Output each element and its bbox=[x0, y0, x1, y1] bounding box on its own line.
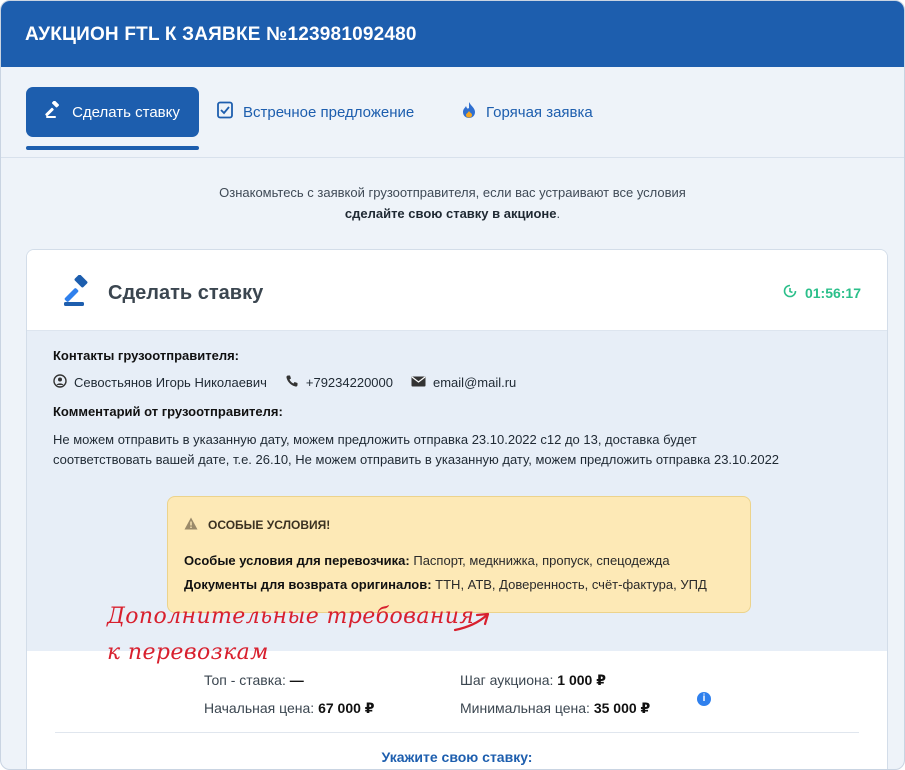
active-tab-indicator bbox=[26, 146, 199, 150]
intro-end: . bbox=[556, 206, 561, 221]
min-price: Минимальная цена: 35 000 ₽ bbox=[460, 700, 650, 717]
carrier-conditions-label: Особые условия для перевозчика: bbox=[184, 553, 410, 568]
comment-line-2: соответствовать вашей дате, т.е. 26.10, … bbox=[53, 452, 780, 467]
start-price: Начальная цена: 67 000 ₽ bbox=[204, 700, 375, 717]
return-documents: Документы для возврата оригиналов: ТТН, … bbox=[184, 577, 707, 592]
min-price-label: Минимальная цена: bbox=[460, 700, 590, 716]
tab-hot-request[interactable]: Горячая заявка bbox=[461, 87, 593, 137]
special-conditions-heading: ОСОБЫЕ УСЛОВИЯ! bbox=[208, 518, 331, 532]
auction-window: АУКЦИОН FTL К ЗАЯВКЕ №123981092480 Сдела… bbox=[0, 0, 905, 770]
counter-offer-icon bbox=[216, 101, 234, 123]
intro-line-1: Ознакомьтесь с заявкой грузоотправителя,… bbox=[219, 185, 686, 200]
special-conditions-box: ОСОБЫЕ УСЛОВИЯ! Особые условия для перев… bbox=[167, 496, 751, 613]
tab-label: Сделать ставку bbox=[72, 103, 180, 121]
info-icon[interactable]: i bbox=[697, 692, 711, 706]
top-bid-value: — bbox=[289, 672, 304, 688]
tab-label: Горячая заявка bbox=[486, 103, 593, 121]
bid-card: Сделать ставку 01:56:17 Контакты грузоот… bbox=[26, 249, 888, 769]
top-bid: Топ - ставка: — bbox=[204, 672, 304, 688]
carrier-conditions-value: Паспорт, медкнижка, пропуск, спецодежда bbox=[413, 553, 670, 568]
auction-step-label: Шаг аукциона: bbox=[460, 672, 554, 688]
auction-step: Шаг аукциона: 1 000 ₽ bbox=[460, 672, 606, 689]
contact-name: Севостьянов Игорь Николаевич bbox=[74, 375, 267, 390]
carrier-conditions: Особые условия для перевозчика: Паспорт,… bbox=[184, 553, 670, 568]
return-documents-value: ТТН, АТВ, Доверенность, счёт-фактура, УП… bbox=[435, 577, 707, 592]
card-title: Сделать ставку bbox=[108, 282, 264, 304]
bid-prompt: Укажите свою ставку: bbox=[381, 749, 533, 765]
contact-email[interactable]: email@mail.ru bbox=[411, 375, 516, 390]
card-header: Сделать ставку 01:56:17 bbox=[27, 250, 887, 331]
user-icon bbox=[53, 374, 67, 391]
intro-line-2: сделайте свою ставку в акционе. bbox=[1, 203, 904, 224]
top-bid-label: Топ - ставка: bbox=[204, 672, 286, 688]
page-title: АУКЦИОН FTL К ЗАЯВКЕ №123981092480 bbox=[25, 24, 417, 45]
tab-bar: Сделать ставку Встречное предложение Гор… bbox=[1, 67, 904, 158]
contacts-label: Контакты грузоотправителя: bbox=[53, 348, 239, 363]
clock-icon bbox=[783, 284, 797, 301]
handwritten-arrow-icon bbox=[453, 610, 493, 639]
contacts-row: Севостьянов Игорь Николаевич +7923422000… bbox=[53, 374, 534, 391]
start-price-value: 67 000 ₽ bbox=[318, 700, 375, 716]
page-header: АУКЦИОН FTL К ЗАЯВКЕ №123981092480 bbox=[1, 1, 904, 67]
tab-counter-offer[interactable]: Встречное предложение bbox=[216, 87, 414, 137]
handwritten-note-line-2: к перевозкам bbox=[107, 640, 269, 665]
auction-step-value: 1 000 ₽ bbox=[557, 672, 606, 688]
mail-icon bbox=[411, 375, 426, 390]
phone-icon bbox=[285, 374, 299, 391]
fire-icon bbox=[461, 101, 477, 123]
divider bbox=[55, 732, 859, 733]
countdown-timer: 01:56:17 bbox=[783, 284, 861, 301]
warning-icon bbox=[184, 517, 198, 533]
phone-number: +79234220000 bbox=[305, 375, 393, 390]
special-conditions-title: ОСОБЫЕ УСЛОВИЯ! bbox=[184, 517, 330, 533]
comment-line-1: Не можем отправить в указанную дату, мож… bbox=[53, 432, 697, 447]
min-price-value: 35 000 ₽ bbox=[593, 700, 651, 716]
tab-make-bid[interactable]: Сделать ставку bbox=[26, 87, 199, 137]
intro-text: Ознакомьтесь с заявкой грузоотправителя,… bbox=[1, 182, 904, 224]
return-documents-label: Документы для возврата оригиналов: bbox=[184, 577, 432, 592]
comment-label: Комментарий от грузоотправителя: bbox=[53, 404, 283, 419]
shipper-comment: Не можем отправить в указанную дату, мож… bbox=[53, 430, 873, 470]
tab-label: Встречное предложение bbox=[243, 103, 415, 121]
gavel-icon bbox=[61, 274, 97, 314]
email-address: email@mail.ru bbox=[433, 375, 517, 390]
gavel-icon bbox=[45, 100, 63, 123]
start-price-label: Начальная цена: bbox=[204, 700, 315, 716]
handwritten-note-line-1: Дополнительные требования bbox=[107, 604, 475, 629]
intro-bold: сделайте свою ставку в акционе bbox=[344, 206, 557, 221]
contact-phone[interactable]: +79234220000 bbox=[285, 374, 393, 391]
timer-value: 01:56:17 bbox=[804, 284, 861, 301]
contact-person: Севостьянов Игорь Николаевич bbox=[53, 374, 267, 391]
